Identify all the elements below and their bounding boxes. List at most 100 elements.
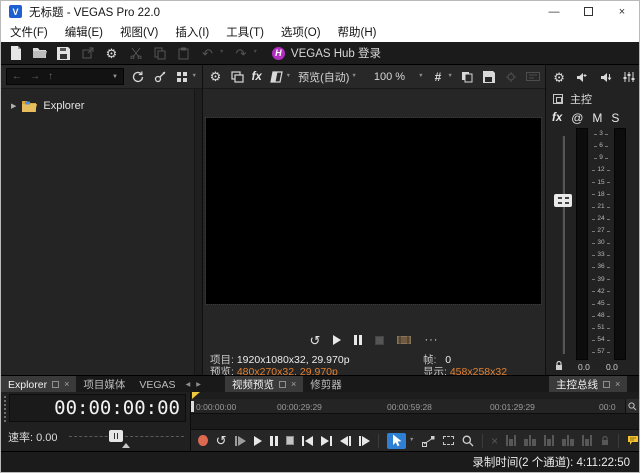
pause-button[interactable] bbox=[354, 335, 362, 345]
properties-gear-button[interactable]: ⚙ bbox=[104, 46, 119, 61]
zoom-level-dropdown-icon[interactable]: ▼ bbox=[418, 74, 423, 80]
zoom-edit-tool-button[interactable] bbox=[462, 435, 474, 447]
copy-snapshot-button[interactable] bbox=[460, 69, 475, 84]
undo-button[interactable]: ↶ bbox=[200, 46, 215, 61]
volume-fader[interactable] bbox=[551, 128, 575, 360]
media-preview-button[interactable] bbox=[153, 69, 168, 84]
rate-slider-track[interactable] bbox=[69, 436, 184, 437]
menu-item[interactable]: 工具(T) bbox=[226, 24, 264, 40]
address-bar[interactable]: ← → ↑ ▼ bbox=[6, 68, 124, 85]
current-timecode-display[interactable]: 00:00:00:00 bbox=[9, 394, 186, 422]
expand-arrow-icon[interactable]: ▶ bbox=[11, 102, 16, 110]
bus-fx-button[interactable]: fx bbox=[552, 112, 562, 124]
delete-button[interactable]: × bbox=[491, 435, 498, 447]
loop-region-icon[interactable] bbox=[397, 335, 411, 345]
play-button[interactable] bbox=[333, 335, 341, 345]
tab-explorer[interactable]: Explorer × bbox=[1, 376, 76, 393]
trim-end-tool-icon[interactable] bbox=[524, 435, 536, 446]
stop-button[interactable] bbox=[375, 336, 384, 345]
go-to-start-button[interactable] bbox=[302, 436, 313, 446]
tab-vegas-hub[interactable]: VEGAS bbox=[132, 376, 182, 393]
external-monitor-button[interactable] bbox=[230, 69, 245, 84]
views-dropdown-icon[interactable]: ▼ bbox=[192, 74, 197, 80]
menu-item[interactable]: 编辑(E) bbox=[65, 24, 103, 40]
float-window-icon[interactable] bbox=[603, 381, 610, 388]
split-screen-dropdown-icon[interactable]: ▼ bbox=[286, 74, 291, 80]
back-icon[interactable]: ← bbox=[12, 72, 22, 82]
insert-audio-bus-button[interactable] bbox=[576, 70, 588, 85]
scrub-control-button[interactable] bbox=[503, 69, 518, 84]
video-frame[interactable] bbox=[206, 118, 541, 304]
grid-overlay-button[interactable]: # bbox=[431, 69, 446, 84]
vegas-hub-login-button[interactable]: H VEGAS Hub 登录 bbox=[272, 45, 381, 61]
shuffle-tool-icon[interactable] bbox=[582, 435, 592, 446]
bus-routing-icon[interactable] bbox=[553, 94, 563, 104]
redo-dropdown-icon[interactable]: ▼ bbox=[252, 50, 257, 56]
play-from-start-button[interactable] bbox=[235, 436, 246, 446]
slide-tool-icon[interactable] bbox=[562, 435, 574, 446]
menu-item[interactable]: 选项(O) bbox=[281, 24, 321, 40]
up-icon[interactable]: ↑ bbox=[48, 72, 53, 82]
lock-icon[interactable] bbox=[554, 360, 564, 371]
next-frame-button[interactable] bbox=[359, 436, 370, 446]
open-in-new-window-button[interactable] bbox=[80, 46, 95, 61]
pause-button[interactable] bbox=[270, 436, 278, 446]
open-project-button[interactable] bbox=[32, 46, 47, 61]
views-button[interactable] bbox=[175, 69, 190, 84]
menu-item[interactable]: 帮助(H) bbox=[338, 24, 377, 40]
save-project-button[interactable] bbox=[56, 46, 71, 61]
track-area[interactable] bbox=[191, 414, 639, 429]
record-button[interactable] bbox=[198, 435, 208, 446]
menu-item[interactable]: 文件(F) bbox=[10, 24, 48, 40]
menu-item[interactable]: 视图(V) bbox=[120, 24, 158, 40]
envelope-edit-tool-button[interactable] bbox=[422, 435, 435, 447]
tab-video-preview[interactable]: 视频预览 × bbox=[225, 376, 303, 393]
menu-item[interactable]: 插入(I) bbox=[175, 24, 209, 40]
refresh-button[interactable] bbox=[131, 69, 146, 84]
automation-icon[interactable]: @ bbox=[571, 111, 583, 125]
copy-button[interactable] bbox=[152, 46, 167, 61]
time-ruler[interactable]: 0:00:00:0000:00:29:2900:00:59:2800:01:29… bbox=[191, 399, 639, 414]
close-tab-icon[interactable]: × bbox=[291, 380, 296, 389]
new-project-button[interactable] bbox=[8, 46, 23, 61]
tab-master-bus[interactable]: 主控总线 × bbox=[549, 376, 627, 393]
slip-tool-icon[interactable] bbox=[544, 435, 554, 446]
timeline-cursor-marker[interactable] bbox=[192, 392, 200, 399]
fader-handle[interactable] bbox=[554, 194, 572, 207]
marker-bar[interactable] bbox=[191, 392, 639, 399]
play-button[interactable] bbox=[254, 436, 262, 446]
edit-tool-dropdown-icon[interactable]: ▼ bbox=[409, 438, 414, 444]
previous-frame-button[interactable] bbox=[340, 436, 351, 446]
close-tab-icon[interactable]: × bbox=[615, 380, 620, 389]
mute-button[interactable]: M bbox=[592, 111, 602, 125]
dock-drag-handle[interactable] bbox=[3, 395, 8, 422]
loop-playback-button[interactable]: ↺ bbox=[310, 334, 321, 347]
explorer-scrollbar[interactable] bbox=[194, 89, 202, 375]
video-output-fx-button[interactable]: fx bbox=[252, 71, 262, 83]
insert-fx-bus-button[interactable] bbox=[600, 70, 612, 85]
cut-button[interactable] bbox=[128, 46, 143, 61]
explorer-tree-item[interactable]: ▶ Explorer bbox=[1, 89, 202, 112]
tab-trimmer[interactable]: 修剪器 bbox=[303, 376, 349, 393]
go-to-end-button[interactable] bbox=[321, 436, 332, 446]
zoom-level-dropdown[interactable]: 100 % bbox=[374, 71, 405, 83]
video-properties-button[interactable]: ⚙ bbox=[208, 69, 223, 84]
preview-quality-dropdown-icon[interactable]: ▼ bbox=[351, 74, 356, 80]
stop-button[interactable] bbox=[286, 436, 294, 445]
undo-dropdown-icon[interactable]: ▼ bbox=[219, 50, 224, 56]
solo-button[interactable]: S bbox=[611, 111, 619, 125]
paste-button[interactable] bbox=[176, 46, 191, 61]
save-snapshot-button[interactable] bbox=[482, 69, 497, 84]
loop-playback-button[interactable]: ↺ bbox=[216, 434, 227, 447]
normal-edit-tool-button[interactable] bbox=[387, 433, 406, 449]
maximize-button[interactable] bbox=[571, 1, 605, 22]
selection-edit-tool-button[interactable] bbox=[443, 436, 454, 445]
float-window-icon[interactable] bbox=[52, 381, 59, 388]
mixer-controls-button[interactable] bbox=[623, 70, 635, 85]
marker-flag-icon[interactable] bbox=[627, 435, 639, 446]
close-tab-icon[interactable]: × bbox=[64, 380, 69, 389]
close-button[interactable]: × bbox=[605, 1, 639, 22]
trim-start-tool-icon[interactable] bbox=[506, 435, 516, 446]
tab-scroll-right-icon[interactable]: ▶ bbox=[196, 381, 201, 388]
address-dropdown-icon[interactable]: ▼ bbox=[112, 74, 118, 80]
